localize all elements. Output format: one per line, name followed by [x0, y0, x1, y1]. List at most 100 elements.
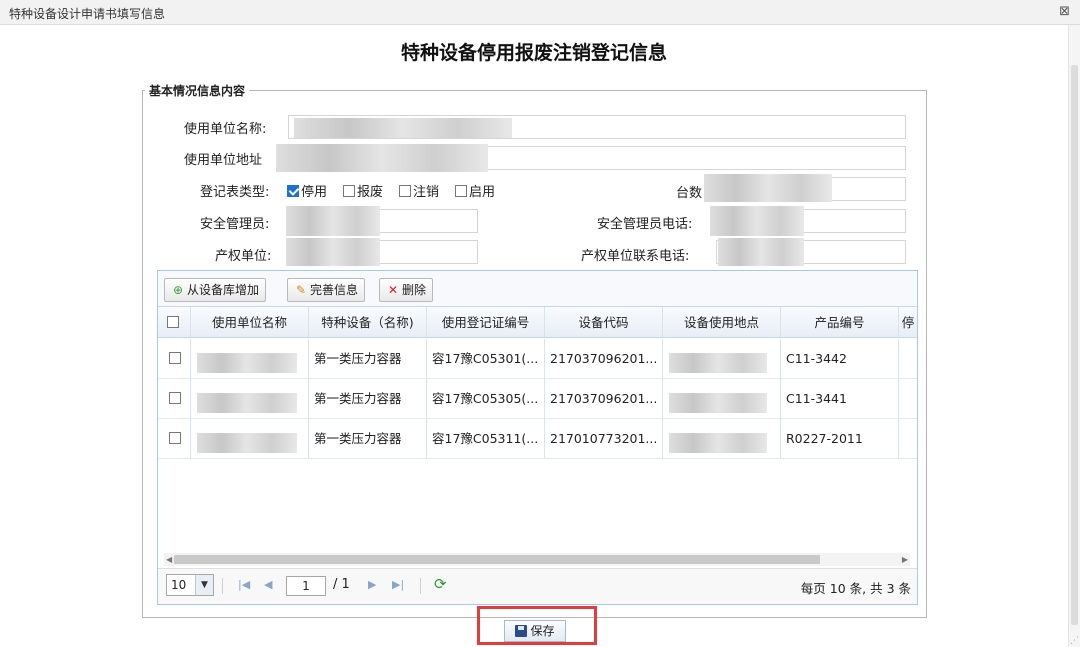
table-row[interactable]: 第一类压力容器 容17豫C05311(... 217010773201... R… — [158, 419, 917, 459]
cell-equipment-name: 第一类压力容器 — [309, 379, 427, 418]
form-type-option-scrap[interactable]: 报废 — [343, 181, 383, 200]
column-location[interactable]: 设备使用地点 — [663, 307, 781, 337]
add-from-library-button[interactable]: ⊕ 从设备库增加 — [164, 278, 267, 302]
cell-unit-name — [191, 419, 309, 458]
row-checkbox-icon[interactable] — [169, 352, 181, 364]
column-cert-number[interactable]: 使用登记证编号 — [427, 307, 545, 337]
chevron-down-icon[interactable]: ▼ — [195, 575, 213, 595]
page-number-input[interactable]: 1 — [286, 576, 326, 596]
edit-pencil-icon: ✎ — [295, 283, 307, 297]
cell-unit-name — [191, 379, 309, 418]
pager-info: 每页 10 条, 共 3 条 — [800, 581, 911, 596]
vertical-scrollbar-thumb[interactable] — [1071, 65, 1078, 625]
redacted-count — [704, 174, 832, 202]
cell-stop — [899, 379, 917, 418]
cell-stop — [899, 419, 917, 458]
safety-phone-label: 安全管理员电话: — [597, 217, 693, 232]
vertical-scrollbar[interactable] — [1068, 25, 1080, 647]
checkbox-checked-icon[interactable] — [287, 185, 299, 197]
close-icon[interactable]: ⊠ — [1059, 4, 1070, 19]
add-circle-icon: ⊕ — [172, 283, 184, 297]
redacted-cell — [669, 353, 767, 373]
scroll-left-icon[interactable]: ◀ — [166, 553, 172, 566]
row-checkbox-icon[interactable] — [169, 432, 181, 444]
select-all-checkbox-icon[interactable] — [167, 316, 179, 328]
redacted-unit-name — [294, 118, 512, 138]
cell-equipment-name: 第一类压力容器 — [309, 419, 427, 458]
redacted-cell — [197, 433, 297, 453]
scroll-right-icon[interactable]: ▶ — [902, 553, 908, 566]
redacted-safety-manager — [286, 206, 380, 236]
row-select-cell — [158, 339, 191, 378]
cell-stop — [899, 339, 917, 378]
complete-info-button[interactable]: ✎ 完善信息 — [287, 278, 366, 302]
basic-info-legend: 基本情况信息内容 — [149, 84, 246, 98]
pager-separator — [420, 578, 421, 594]
redacted-unit-address — [276, 144, 488, 172]
equipment-grid: ⊕ 从设备库增加 ✎ 完善信息 ✕ 删除 使用单位名称 特种设备（名称) 使用登记证编… — [157, 270, 918, 605]
cell-equipment-code: 217037096201... — [545, 379, 663, 418]
last-page-icon[interactable]: ▶| — [392, 578, 404, 591]
window-title: 特种设备设计申请书填写信息 — [9, 7, 166, 21]
unit-name-label: 使用单位名称: — [184, 122, 267, 137]
redacted-cell — [669, 393, 767, 413]
cell-cert-number: 容17豫C05301(... — [427, 339, 545, 378]
refresh-icon[interactable]: ⟳ — [434, 575, 447, 593]
horizontal-scrollbar-thumb[interactable] — [174, 555, 820, 564]
table-row[interactable]: 第一类压力容器 容17豫C05301(... 217037096201... C… — [158, 339, 917, 379]
grid-pager: 10 ▼ |◀ ◀ 1 / 1 ▶ ▶| ⟳ 每页 10 条, 共 3 条 — [158, 568, 917, 604]
redacted-owner — [286, 238, 380, 266]
unit-address-label: 使用单位地址 — [184, 153, 263, 168]
cell-location — [663, 339, 781, 378]
owner-phone-label: 产权单位联系电话: — [581, 249, 690, 264]
header-select-all-cell — [158, 307, 191, 337]
cell-location — [663, 379, 781, 418]
pager-separator — [222, 578, 223, 594]
column-equipment-code[interactable]: 设备代码 — [545, 307, 663, 337]
count-label: 台数 — [676, 186, 703, 201]
cell-product-number: C11-3441 — [781, 379, 899, 418]
delete-button[interactable]: ✕ 删除 — [379, 278, 434, 302]
grid-header: 使用单位名称 特种设备（名称) 使用登记证编号 设备代码 设备使用地点 产品编号… — [158, 307, 917, 338]
save-button[interactable]: 保存 — [504, 620, 566, 642]
cell-equipment-name: 第一类压力容器 — [309, 339, 427, 378]
table-row[interactable]: 第一类压力容器 容17豫C05305(... 217037096201... C… — [158, 379, 917, 419]
first-page-icon[interactable]: |◀ — [238, 578, 250, 591]
cell-location — [663, 419, 781, 458]
cell-equipment-code: 217037096201... — [545, 339, 663, 378]
page-size-select[interactable]: 10 ▼ — [166, 574, 214, 596]
cell-product-number: C11-3442 — [781, 339, 899, 378]
row-select-cell — [158, 419, 191, 458]
row-checkbox-icon[interactable] — [169, 392, 181, 404]
next-page-icon[interactable]: ▶ — [368, 578, 376, 591]
page-title: 特种设备停用报废注销登记信息 — [400, 42, 667, 64]
column-stop[interactable]: 停 — [899, 307, 917, 337]
redacted-owner-phone — [718, 238, 804, 266]
save-disk-icon — [515, 625, 528, 637]
checkbox-icon[interactable] — [399, 185, 411, 197]
form-type-option-cancel[interactable]: 注销 — [399, 181, 439, 200]
cell-unit-name — [191, 339, 309, 378]
cell-cert-number: 容17豫C05305(... — [427, 379, 545, 418]
column-product-number[interactable]: 产品编号 — [781, 307, 899, 337]
column-equipment-name[interactable]: 特种设备（名称) — [309, 307, 427, 337]
column-unit-name[interactable]: 使用单位名称 — [191, 307, 309, 337]
redacted-cell — [197, 393, 297, 413]
form-type-option-enable[interactable]: 启用 — [455, 181, 495, 200]
redacted-cell — [197, 353, 297, 373]
cell-cert-number: 容17豫C05311(... — [427, 419, 545, 458]
page-total: / 1 — [333, 577, 350, 592]
form-type-option-stop[interactable]: 停用 — [287, 181, 327, 200]
delete-x-icon: ✕ — [387, 283, 399, 297]
cell-equipment-code: 217010773201... — [545, 419, 663, 458]
checkbox-icon[interactable] — [343, 185, 355, 197]
horizontal-scrollbar[interactable]: ◀ ▶ — [164, 553, 910, 566]
redacted-cell — [669, 433, 767, 453]
safety-manager-label: 安全管理员: — [200, 217, 270, 232]
prev-page-icon[interactable]: ◀ — [264, 578, 272, 591]
form-type-label: 登记表类型: — [200, 185, 270, 200]
row-select-cell — [158, 379, 191, 418]
resize-grip-icon[interactable]: ⋰ — [1070, 636, 1079, 646]
grid-toolbar: ⊕ 从设备库增加 ✎ 完善信息 ✕ 删除 — [158, 271, 917, 307]
checkbox-icon[interactable] — [455, 185, 467, 197]
